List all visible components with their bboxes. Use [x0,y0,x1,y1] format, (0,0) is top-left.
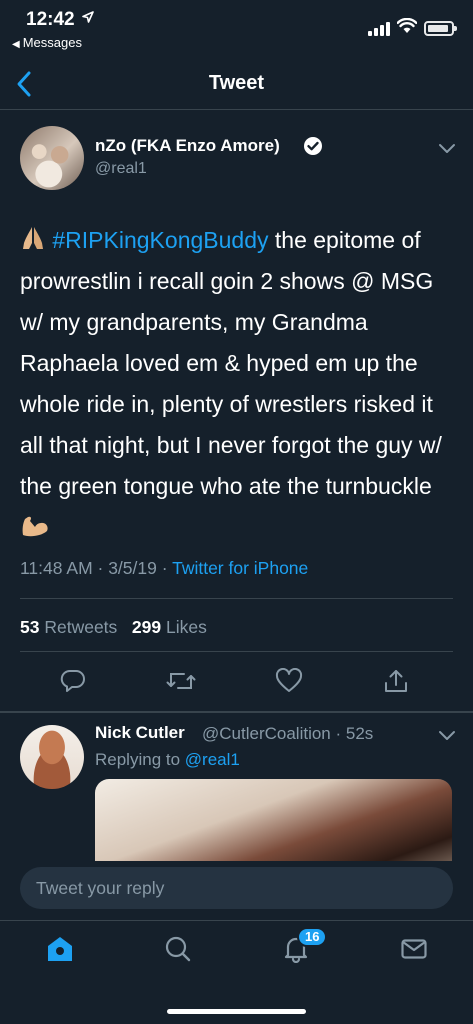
reply-tweet[interactable]: Nick Cutler @CutlerCoalition · 52s Reply… [0,713,473,861]
reply-author-name[interactable]: Nick Cutler [95,723,185,743]
likes-count: 299 [131,617,162,637]
back-app-label: Messages [22,35,82,50]
home-indicator[interactable] [167,1009,306,1014]
mail-icon[interactable] [400,935,428,963]
tweet-actions [0,668,473,698]
likes-stat[interactable]: 299 Likes [132,617,207,637]
reply-handle-time: @CutlerCoalition · 52s [202,724,374,743]
retweets-count: 53 [20,617,40,637]
likes-label: Likes [165,617,207,637]
reply-icon[interactable] [60,668,86,694]
tweet-body: the epitome of prowrestlin i recall goin… [20,227,442,499]
page-title: Tweet [208,72,265,94]
retweets-label: Retweets [44,617,118,637]
flexed-biceps-emoji-icon [22,516,48,537]
chevron-down-icon[interactable] [438,729,456,741]
battery-icon [424,21,457,36]
author-avatar[interactable] [20,126,84,190]
reply-input[interactable] [36,867,436,909]
folded-hands-emoji-icon [23,227,43,249]
retweets-stat[interactable]: 53 Retweets [20,617,117,637]
author-handle[interactable]: @real1 [95,160,147,178]
replying-to: Replying to @real1 [95,750,240,770]
tweet-timestamp: 11:48 AM · 3/5/19 · [20,558,173,578]
reply-author-avatar[interactable] [20,725,84,789]
verified-badge-icon [304,137,322,155]
retweet-icon[interactable] [166,668,196,694]
notifications-badge: 16 [297,927,328,947]
reply-composer[interactable] [20,867,453,909]
share-icon[interactable] [383,668,409,694]
author-name[interactable]: nZo (FKA Enzo Amore) [95,136,280,156]
reply-media-image[interactable] [95,779,452,861]
status-bar: 12:42 ◀ Messages [0,0,473,56]
wifi-icon [397,18,417,33]
back-to-app[interactable]: ◀ Messages [12,35,82,50]
divider [20,651,453,652]
hashtag-link[interactable]: #RIPKingKongBuddy [52,227,268,253]
heart-icon[interactable] [275,668,303,694]
cellular-signal-icon [368,22,392,36]
search-icon[interactable] [164,935,192,963]
tweet-meta: 11:48 AM · 3/5/19 · Twitter for iPhone [20,558,308,579]
nav-bar: Tweet [0,58,473,110]
replying-prefix: Replying to [95,750,185,769]
chevron-down-icon[interactable] [438,142,456,154]
tweet-stats: 53 Retweets 299 Likes [20,617,207,638]
back-triangle-icon: ◀ [12,39,20,50]
tweet-header: nZo (FKA Enzo Amore) @real1 [20,126,460,196]
tweet-text: #RIPKingKongBuddy the epitome of prowres… [20,220,460,548]
status-time: 12:42 [26,9,75,30]
replying-handle-link[interactable]: @real1 [185,750,240,769]
divider [20,598,453,599]
location-arrow-icon [82,11,94,23]
tweet-source-link[interactable]: Twitter for iPhone [172,558,308,578]
home-icon[interactable] [46,935,74,963]
